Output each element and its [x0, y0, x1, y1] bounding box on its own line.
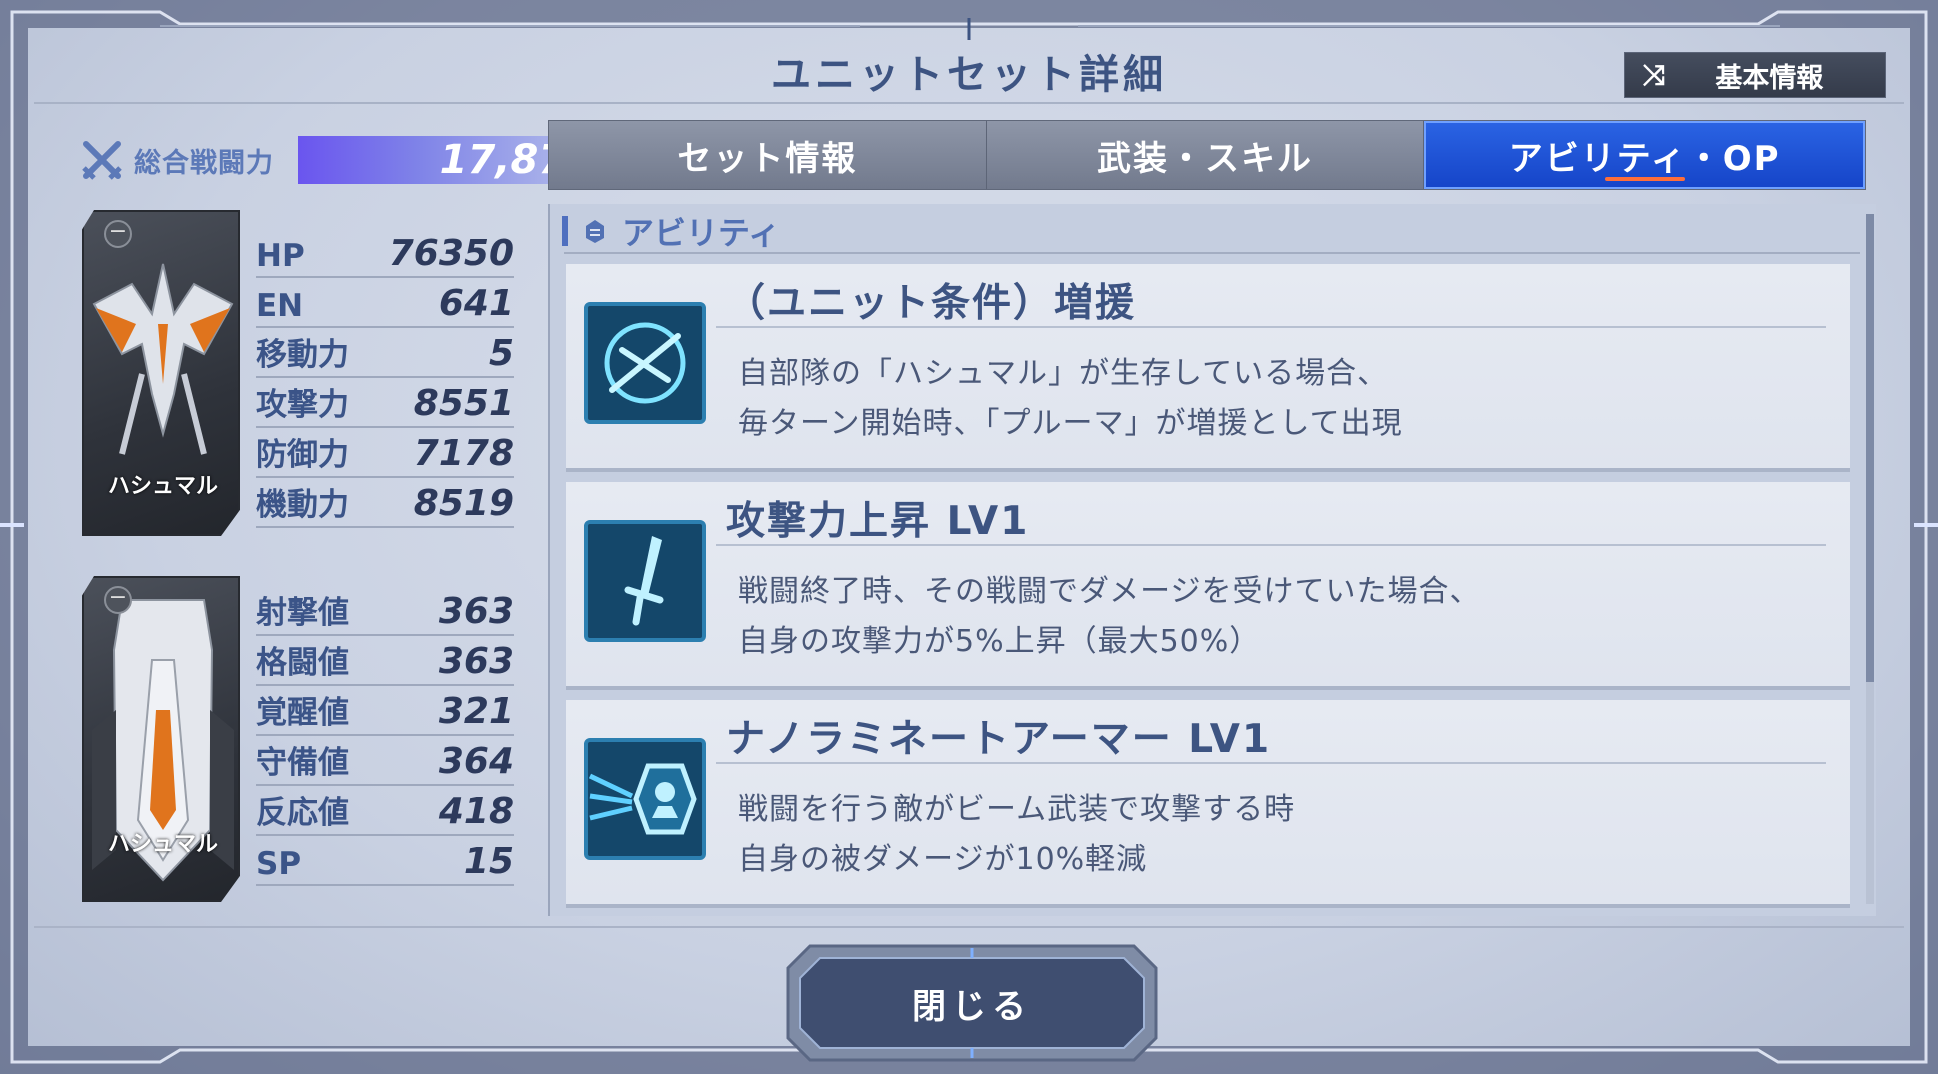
- ability-description-line1: 自部隊の「ハシュマル」が生存している場合、: [738, 356, 1389, 391]
- ability-name: ナノラミネートアーマー LV1: [726, 717, 1272, 762]
- shuffle-icon: ⤨: [1643, 58, 1666, 91]
- tab-ability-op[interactable]: アビリティ・OP: [1424, 121, 1866, 189]
- ability-underline: [716, 762, 1826, 764]
- stat-label: 格闘値: [256, 645, 349, 681]
- section-divider: [564, 252, 1860, 254]
- stat-row: EN 641: [256, 278, 514, 328]
- stats-bottom: 射撃値 363 格闘値 363 覚醒値 321 守備値 364 反応値 418 SP 15: [256, 586, 514, 886]
- unit-card-sub[interactable]: − ハシュマル: [82, 576, 240, 902]
- stat-label: 反応値: [256, 795, 349, 831]
- stat-value: 321: [438, 691, 514, 732]
- tab-weapons-skills[interactable]: 武装・スキル: [987, 121, 1425, 189]
- stat-row: 移動力 5: [256, 328, 514, 378]
- ability-description-line2: 自身の攻撃力が5%上昇（最大50%）: [738, 624, 1261, 659]
- ability-category-icon: [586, 220, 604, 243]
- unit-name: ハシュマル: [107, 832, 218, 857]
- ability-item[interactable]: ナノラミネートアーマー LV1 戦闘を行う敵がビーム武装で攻撃する時 自身の被ダ…: [566, 700, 1850, 908]
- stat-value: 76350: [388, 233, 514, 274]
- stat-row: HP 76350: [256, 228, 514, 278]
- section-label: アビリティ: [622, 214, 781, 252]
- scrollbar-thumb[interactable]: [1866, 214, 1874, 682]
- footer-divider: [34, 926, 1904, 928]
- stat-label: SP: [256, 846, 302, 882]
- ability-item[interactable]: 攻撃力上昇 LV1 戦闘終了時、その戦闘でダメージを受けていた場合、 自身の攻撃…: [566, 482, 1850, 690]
- stat-value: 641: [438, 283, 514, 324]
- stat-label: 攻撃力: [256, 387, 349, 423]
- stat-row: 守備値 364: [256, 736, 514, 786]
- stat-label: EN: [256, 288, 304, 324]
- stat-row: 機動力 8519: [256, 478, 514, 528]
- ability-description-line2: 自身の被ダメージが10%軽減: [738, 842, 1148, 877]
- stat-label: 覚醒値: [256, 695, 349, 731]
- close-label: 閉じる: [912, 986, 1032, 1027]
- stat-value: 15: [463, 841, 514, 882]
- reinforcement-icon: [584, 302, 706, 424]
- crossed-swords-icon: [82, 141, 122, 180]
- stat-value: 8519: [413, 483, 514, 524]
- remove-unit-icon[interactable]: −: [104, 220, 132, 248]
- basic-info-button[interactable]: ⤨ 基本情報: [1624, 52, 1886, 98]
- stat-label: 守備値: [256, 745, 349, 781]
- stat-value: 8551: [413, 383, 514, 424]
- stat-value: 363: [438, 641, 514, 682]
- scrollbar[interactable]: [1866, 214, 1874, 904]
- ability-name: 攻撃力上昇 LV1: [726, 499, 1030, 544]
- stat-label: HP: [256, 238, 305, 274]
- stat-row: 射撃値 363: [256, 586, 514, 636]
- section-header: アビリティ: [562, 210, 780, 252]
- stat-row: 格闘値 363: [256, 636, 514, 686]
- ability-item[interactable]: （ユニット条件）増援 自部隊の「ハシュマル」が生存している場合、 毎ターン開始時…: [566, 264, 1850, 472]
- section-marker: [562, 216, 568, 246]
- ability-description-line1: 戦闘を行う敵がビーム武装で攻撃する時: [738, 792, 1296, 827]
- ability-underline: [716, 544, 1826, 546]
- armor-shield-icon: [584, 738, 706, 860]
- stat-row: SP 15: [256, 836, 514, 886]
- stat-value: 5: [488, 333, 514, 374]
- ability-name: （ユニット条件）増援: [726, 281, 1137, 326]
- stat-row: 反応値 418: [256, 786, 514, 836]
- remove-unit-icon[interactable]: −: [104, 586, 132, 614]
- close-button[interactable]: 閉じる: [786, 944, 1158, 1062]
- stat-row: 覚醒値 321: [256, 686, 514, 736]
- tab-set-info[interactable]: セット情報: [549, 121, 987, 189]
- stat-row: 攻撃力 8551: [256, 378, 514, 428]
- stat-value: 363: [438, 591, 514, 632]
- stats-top: HP 76350 EN 641 移動力 5 攻撃力 8551 防御力 7178 機動力 85…: [256, 228, 514, 528]
- stat-value: 418: [438, 791, 514, 832]
- ability-description-line1: 戦闘終了時、その戦闘でダメージを受けていた場合、: [738, 574, 1481, 609]
- ability-underline: [716, 326, 1826, 328]
- basic-info-label: 基本情報: [1715, 62, 1824, 94]
- ability-description-line2: 毎ターン開始時、「プルーマ」が増援として出現: [738, 406, 1403, 441]
- stat-label: 移動力: [256, 337, 349, 373]
- stat-label: 防御力: [256, 437, 349, 473]
- sword-icon: [584, 520, 706, 642]
- tab-bar: セット情報 武装・スキル アビリティ・OP: [548, 120, 1866, 190]
- unit-name: ハシュマル: [107, 474, 218, 499]
- stat-label: 機動力: [256, 487, 349, 523]
- stat-value: 364: [438, 741, 514, 782]
- stat-label: 射撃値: [256, 595, 349, 631]
- total-power-label: 総合戦闘力: [134, 147, 274, 179]
- stat-row: 防御力 7178: [256, 428, 514, 478]
- unit-card-main[interactable]: − ハシュマル: [82, 210, 240, 536]
- total-power: 総合戦闘力 17,878: [80, 134, 598, 186]
- stat-value: 7178: [413, 433, 514, 474]
